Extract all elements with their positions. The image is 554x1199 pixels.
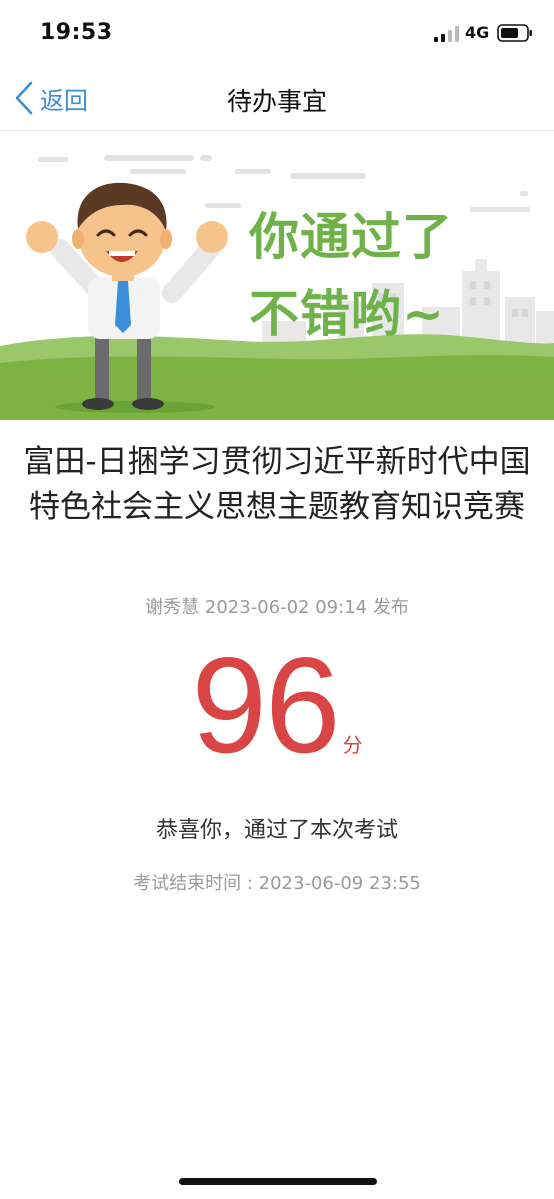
- network-label: 4G: [465, 23, 490, 42]
- pass-banner: 你通过了 不错哟~: [0, 131, 554, 420]
- battery-icon: [497, 24, 532, 42]
- exam-title: 富田-日捆学习贯彻习近平新时代中国特色社会主义思想主题教育知识竞赛: [23, 444, 531, 525]
- page: 19:53 4G 返回 待办事宜 你通过了 不错哟~ 富田-日捆学习贯彻习近平新…: [0, 0, 554, 1199]
- banner-subheadline: 不错哟~: [249, 285, 445, 343]
- end-time-value: 2023-06-09 23:55: [258, 873, 421, 894]
- score-unit: 分: [342, 733, 363, 757]
- end-time-label: 考试结束时间 :: [133, 873, 259, 894]
- nav-bar: 返回 待办事宜: [0, 66, 554, 131]
- home-indicator[interactable]: [179, 1178, 377, 1185]
- score-value: 96: [191, 629, 340, 781]
- publish-info: 谢秀慧 2023-06-02 09:14 发布: [0, 593, 554, 619]
- publisher-name: 谢秀慧: [145, 597, 200, 618]
- status-bar: 19:53 4G: [0, 0, 554, 66]
- pass-message: 恭喜你，通过了本次考试: [155, 818, 398, 843]
- status-time: 19:53: [40, 20, 113, 45]
- banner-headline: 你通过了: [249, 208, 453, 266]
- publish-time: 2023-06-02 09:14: [204, 597, 368, 618]
- page-title: 待办事宜: [226, 87, 327, 116]
- exam-end-time: 考试结束时间 : 2023-06-09 23:55: [0, 869, 554, 895]
- publish-suffix: 发布: [372, 597, 409, 618]
- score-display: 96 分: [0, 629, 554, 781]
- signal-icon: [434, 26, 459, 42]
